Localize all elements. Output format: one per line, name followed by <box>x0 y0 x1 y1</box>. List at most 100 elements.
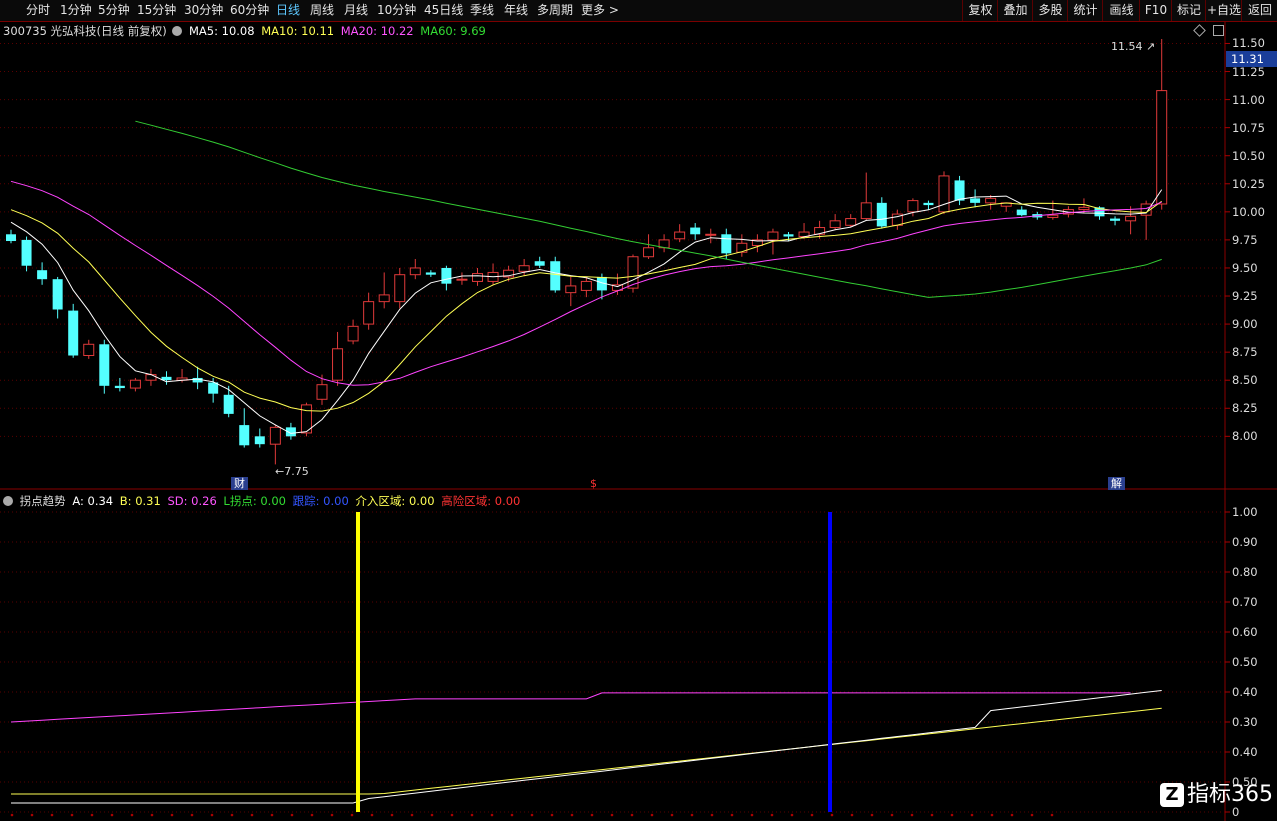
bottom-dot <box>1050 813 1054 817</box>
bottom-dot <box>1010 813 1014 817</box>
candle-body-down <box>254 436 265 445</box>
candle-body-up <box>1125 215 1137 222</box>
bottom-dot <box>210 813 214 817</box>
bottom-dot <box>830 813 834 817</box>
candle-body-up <box>316 384 328 400</box>
bottom-dot <box>510 813 514 817</box>
bottom-dot <box>50 813 54 817</box>
indicator-a-line <box>11 690 1162 804</box>
candle-body-up <box>129 379 141 389</box>
bottom-dot <box>190 813 194 817</box>
bottom-dot <box>10 813 14 817</box>
arrow-left-icon: ← <box>275 465 285 478</box>
indicator-b-line <box>11 707 1162 795</box>
ma5-line <box>10 189 1163 434</box>
candle-body-down <box>970 198 981 203</box>
candle-body-up <box>674 231 686 240</box>
candle-body-down <box>1016 209 1027 216</box>
bottom-dot <box>990 813 994 817</box>
indicator-tick-label: 0.70 <box>1232 595 1258 609</box>
candle-body-up <box>767 231 779 241</box>
candle-body-up <box>518 265 530 272</box>
bottom-dot <box>850 813 854 817</box>
candle-body-down <box>52 279 63 310</box>
high-price-marker: 11.54 ↗ <box>1111 40 1155 53</box>
candle-body-up <box>1047 214 1059 218</box>
bottom-dot <box>110 813 114 817</box>
bottom-dot <box>470 813 474 817</box>
ma5-label: MA5: 10.08 <box>189 24 255 38</box>
candle-body-up <box>907 200 919 213</box>
bottom-dot <box>630 813 634 817</box>
bottom-dot <box>530 813 534 817</box>
indicator-a: A: 0.34 <box>72 494 114 508</box>
candle-body-down <box>550 261 561 291</box>
indicator-tick-label: 0.60 <box>1232 625 1258 639</box>
dividend-marker[interactable]: $ <box>587 477 600 490</box>
bottom-dot <box>790 813 794 817</box>
candle-body-up <box>1078 206 1090 211</box>
bottom-dot <box>870 813 874 817</box>
bottom-dot <box>490 813 494 817</box>
indicator-tick-label: 0.40 <box>1232 745 1258 759</box>
bottom-dot <box>670 813 674 817</box>
bottom-dot <box>710 813 714 817</box>
candle-body-up <box>472 273 483 282</box>
price-tick-label: 9.25 <box>1232 289 1258 304</box>
settings-circle-icon[interactable] <box>172 26 183 36</box>
bottom-dot <box>250 813 254 817</box>
indicator-l: L拐点: 0.00 <box>223 494 286 508</box>
bottom-dot <box>390 813 394 817</box>
price-tick-label: 11.25 <box>1232 64 1265 79</box>
watermark-logo: Z 指标365 <box>1160 777 1273 813</box>
candle-body-down <box>425 272 436 275</box>
price-tick-label: 8.50 <box>1232 373 1258 388</box>
bottom-dot <box>430 813 434 817</box>
bottom-dot <box>910 813 914 817</box>
unlock-marker[interactable]: 解 <box>1108 477 1125 490</box>
bottom-dot <box>310 813 314 817</box>
price-tick-label: 10.75 <box>1232 120 1265 135</box>
chart-canvas <box>0 22 1277 821</box>
bottom-dot <box>590 813 594 817</box>
bottom-dot <box>950 813 954 817</box>
window-icon[interactable] <box>1213 25 1224 36</box>
candle-body-up <box>409 267 421 276</box>
bottom-dot <box>690 813 694 817</box>
indicator-settings-icon[interactable] <box>3 496 13 506</box>
stock-title: 300735 光弘科技(日线 前复权) <box>3 24 167 38</box>
candle-body-up <box>705 233 717 236</box>
bottom-dot <box>290 813 294 817</box>
indicator-entry: 介入区域: 0.00 <box>355 494 435 508</box>
finance-marker[interactable]: 财 <box>231 477 248 490</box>
bottom-dot <box>770 813 774 817</box>
indicator-tick-label: 0.50 <box>1232 655 1258 669</box>
bottom-dot <box>810 813 814 817</box>
ma60-line <box>135 120 1162 298</box>
price-tick-label: 11.00 <box>1232 92 1265 107</box>
candle-body-down <box>1110 218 1121 221</box>
price-tick-label: 9.00 <box>1232 317 1258 332</box>
candle-body-down <box>783 234 794 237</box>
bottom-dot <box>650 813 654 817</box>
candle-body-up <box>394 274 406 303</box>
price-tick-label: 10.25 <box>1232 176 1265 191</box>
candle-body-down <box>441 267 452 284</box>
candle-body-up <box>1156 90 1168 205</box>
bottom-dot <box>330 813 334 817</box>
ma10-label: MA10: 10.11 <box>261 24 335 38</box>
candle-body-up <box>860 202 872 220</box>
candle-body-up <box>580 280 592 291</box>
candle-body-down <box>721 234 732 254</box>
ma20-label: MA20: 10.22 <box>340 24 414 38</box>
candle-body-up <box>269 426 281 445</box>
bottom-dot <box>150 813 154 817</box>
indicator-tick-label: 0.30 <box>1232 715 1258 729</box>
candle-body-down <box>534 261 545 266</box>
candle-body-down <box>876 202 887 227</box>
bottom-dot <box>730 813 734 817</box>
candle-body-down <box>6 234 16 242</box>
indicator-tick-label: 0.90 <box>1232 535 1258 549</box>
candle-body-down <box>954 180 965 201</box>
bottom-dot <box>230 813 234 817</box>
